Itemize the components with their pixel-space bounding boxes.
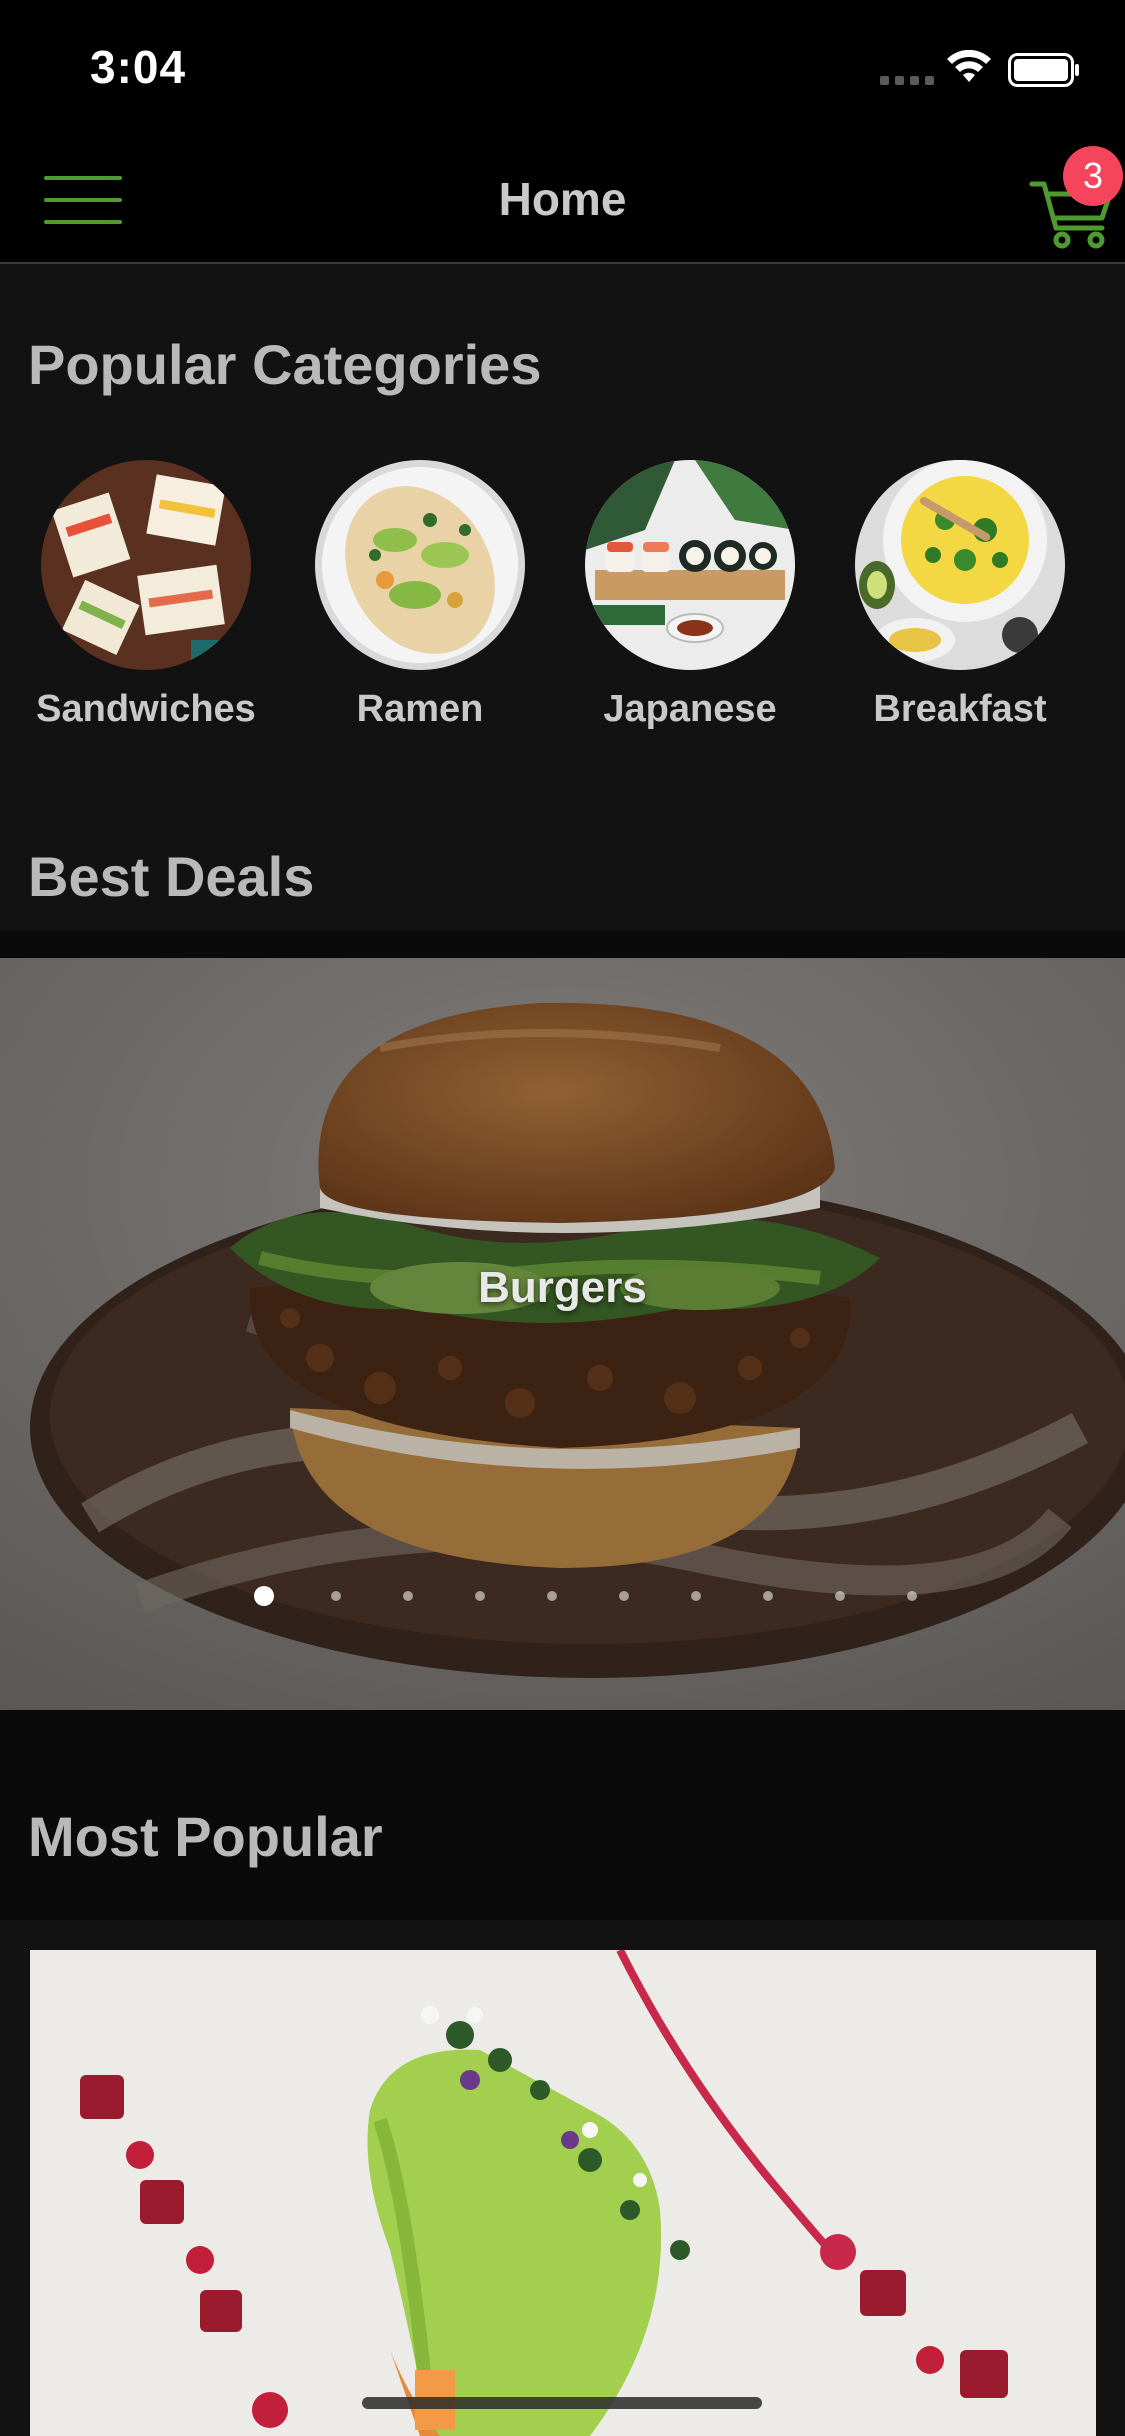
dish-image (30, 1950, 1096, 2436)
carousel-page-indicator (228, 1586, 948, 1606)
most-popular-item-card[interactable] (30, 1950, 1096, 2436)
breakfast-image (855, 460, 1065, 670)
category-item-ramen[interactable]: Ramen (300, 460, 540, 731)
page-title: Home (498, 173, 627, 225)
status-bar: 3:04 (0, 0, 1125, 132)
cellular-signal-icon (880, 76, 934, 85)
most-popular-heading: Most Popular (28, 1805, 383, 1868)
app-screen: 3:04 Home 3 Popular Categories Sandwiche… (0, 0, 1125, 2436)
popular-categories-heading: Popular Categories (28, 333, 542, 396)
category-item-sandwiches[interactable]: Sandwiches (26, 460, 266, 731)
category-label: Sandwiches (36, 688, 256, 730)
best-deals-carousel[interactable]: Burgers (0, 958, 1125, 1710)
section-divider (0, 930, 1125, 960)
carousel-dot[interactable] (300, 1586, 372, 1606)
category-label: Breakfast (873, 688, 1047, 730)
deal-title: Burgers (478, 1263, 647, 1312)
best-deals-heading: Best Deals (28, 845, 315, 908)
category-list: Sandwiches Ramen Japanese Breakfast (0, 460, 1125, 740)
battery-icon (1008, 53, 1079, 87)
carousel-dot[interactable] (228, 1586, 300, 1606)
carousel-dot[interactable] (444, 1586, 516, 1606)
status-time: 3:04 (90, 41, 187, 93)
home-indicator[interactable] (362, 2397, 762, 2409)
carousel-dot[interactable] (876, 1586, 948, 1606)
carousel-dot[interactable] (588, 1586, 660, 1606)
japanese-image (585, 460, 795, 670)
carousel-dot[interactable] (516, 1586, 588, 1606)
category-item-japanese[interactable]: Japanese (570, 460, 810, 731)
ramen-image (315, 460, 525, 670)
carousel-dot[interactable] (732, 1586, 804, 1606)
category-label: Ramen (356, 688, 484, 730)
category-item-breakfast[interactable]: Breakfast (840, 460, 1080, 731)
navigation-bar: Home (0, 132, 1125, 264)
cart-count-badge: 3 (1063, 146, 1123, 206)
sandwiches-image (41, 460, 251, 670)
carousel-dot[interactable] (372, 1586, 444, 1606)
carousel-dot[interactable] (660, 1586, 732, 1606)
wifi-icon (947, 50, 991, 82)
category-label: Japanese (603, 688, 777, 730)
carousel-dot[interactable] (804, 1586, 876, 1606)
